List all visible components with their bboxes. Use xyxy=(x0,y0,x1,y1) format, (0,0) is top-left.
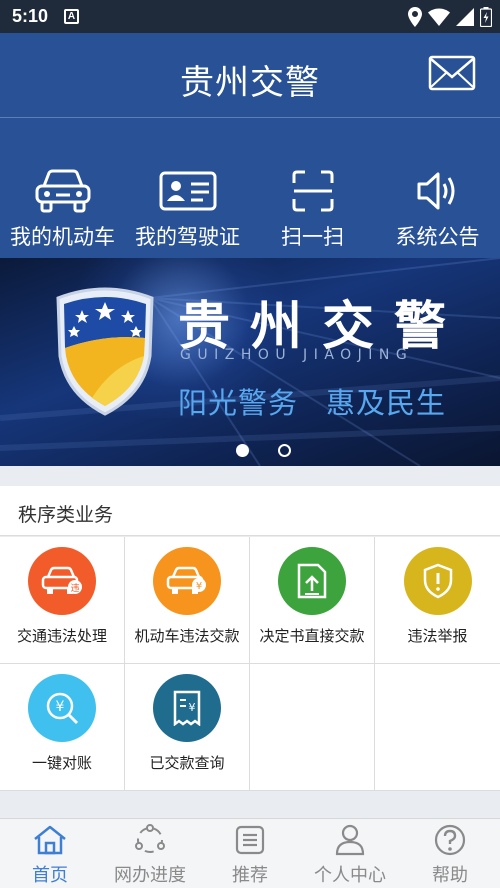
quick-nav-my-license[interactable]: 我的驾驶证 xyxy=(125,118,250,258)
tab-label: 网办进度 xyxy=(114,865,186,886)
mail-icon xyxy=(428,55,476,91)
tab-label: 帮助 xyxy=(432,865,468,886)
app-header: 贵州交警 xyxy=(0,33,500,117)
section-gap xyxy=(0,466,500,486)
banner-slogan-1: 阳光警务 xyxy=(178,386,299,420)
tab-label: 推荐 xyxy=(232,865,268,886)
tab-label: 首页 xyxy=(32,865,68,886)
tab-home[interactable]: 首页 xyxy=(0,819,100,888)
tab-label: 个人中心 xyxy=(314,865,386,886)
carousel-dot-1[interactable] xyxy=(236,444,249,457)
progress-icon xyxy=(133,823,167,857)
car-icon xyxy=(34,166,92,216)
status-icons xyxy=(408,6,492,28)
tab-progress[interactable]: 网办进度 xyxy=(100,819,200,888)
empty-cell xyxy=(250,664,375,791)
location-icon xyxy=(408,7,422,27)
scan-icon xyxy=(291,166,335,216)
car-violation-icon: 违 xyxy=(28,547,96,615)
document-upload-icon xyxy=(278,547,346,615)
service-vehicle-fine-payment[interactable]: ¥ 机动车违法交款 xyxy=(125,537,250,664)
yuan-search-icon: ¥ xyxy=(28,674,96,742)
banner-slogan-2: 惠及民生 xyxy=(326,386,447,420)
license-card-icon xyxy=(159,166,217,216)
status-bar: 5:10 A xyxy=(0,0,500,33)
service-paid-query[interactable]: ¥ 已交款查询 xyxy=(125,664,250,791)
tab-recommend[interactable]: 推荐 xyxy=(200,819,300,888)
signal-icon xyxy=(456,8,474,26)
message-button[interactable] xyxy=(428,53,476,93)
svg-text:¥: ¥ xyxy=(196,581,202,592)
service-label: 机动车违法交款 xyxy=(134,627,240,645)
quick-nav: 我的机动车 我的驾驶证 扫一扫 系统公告 xyxy=(0,118,500,258)
service-label: 交通违法处理 xyxy=(16,627,107,645)
speaker-icon xyxy=(416,166,460,216)
bottom-tab-bar: 首页 网办进度 推荐 个人中心 帮助 xyxy=(0,818,500,888)
police-shield-icon xyxy=(56,287,154,416)
svg-text:¥: ¥ xyxy=(189,701,196,714)
svg-text:违: 违 xyxy=(70,583,79,594)
banner-pinyin: GUIZHOU JIAOJING xyxy=(180,347,414,363)
service-traffic-violation[interactable]: 违 交通违法处理 xyxy=(0,537,125,664)
help-icon xyxy=(433,823,467,857)
service-label: 一键对账 xyxy=(31,754,92,772)
section-header: 秩序类业务 xyxy=(0,486,500,536)
user-icon xyxy=(333,823,367,857)
promo-banner[interactable]: 贵州交警 GUIZHOU JIAOJING 阳光警务 惠及民生 xyxy=(0,258,500,466)
wifi-icon xyxy=(428,8,450,26)
empty-cell xyxy=(375,664,500,791)
list-icon xyxy=(233,823,267,857)
quick-nav-label: 系统公告 xyxy=(395,225,480,249)
service-one-click-reconcile[interactable]: ¥ 一键对账 xyxy=(0,664,125,791)
page-title: 贵州交警 xyxy=(180,63,320,103)
quick-nav-label: 我的机动车 xyxy=(10,225,115,249)
quick-nav-label: 我的驾驶证 xyxy=(135,225,240,249)
service-label: 决定书直接交款 xyxy=(259,627,365,645)
shield-alert-icon xyxy=(403,547,472,615)
status-time: 5:10 xyxy=(12,6,49,26)
quick-nav-scan[interactable]: 扫一扫 xyxy=(250,118,375,258)
tab-profile[interactable]: 个人中心 xyxy=(300,819,400,888)
service-violation-report[interactable]: 违法举报 xyxy=(375,537,500,664)
svg-text:¥: ¥ xyxy=(56,699,65,715)
notification-a-icon: A xyxy=(64,9,79,24)
receipt-icon: ¥ xyxy=(153,674,221,742)
car-payment-icon: ¥ xyxy=(153,547,221,615)
banner-slogan: 阳光警务 惠及民生 xyxy=(178,380,446,422)
carousel-dot-2[interactable] xyxy=(278,444,291,457)
home-icon xyxy=(33,823,67,857)
tab-help[interactable]: 帮助 xyxy=(400,819,500,888)
service-label: 已交款查询 xyxy=(149,754,225,772)
quick-nav-announcements[interactable]: 系统公告 xyxy=(375,118,500,258)
service-grid: 违 交通违法处理 ¥ 机动车违法交款 决定书直接交款 违法举报 ¥ 一键对账 ¥… xyxy=(0,537,500,791)
section-title: 秩序类业务 xyxy=(18,504,114,526)
battery-icon xyxy=(480,7,492,27)
quick-nav-my-vehicle[interactable]: 我的机动车 xyxy=(0,118,125,258)
service-decision-payment[interactable]: 决定书直接交款 xyxy=(250,537,375,664)
service-label: 违法举报 xyxy=(407,627,468,645)
quick-nav-label: 扫一扫 xyxy=(281,225,344,249)
